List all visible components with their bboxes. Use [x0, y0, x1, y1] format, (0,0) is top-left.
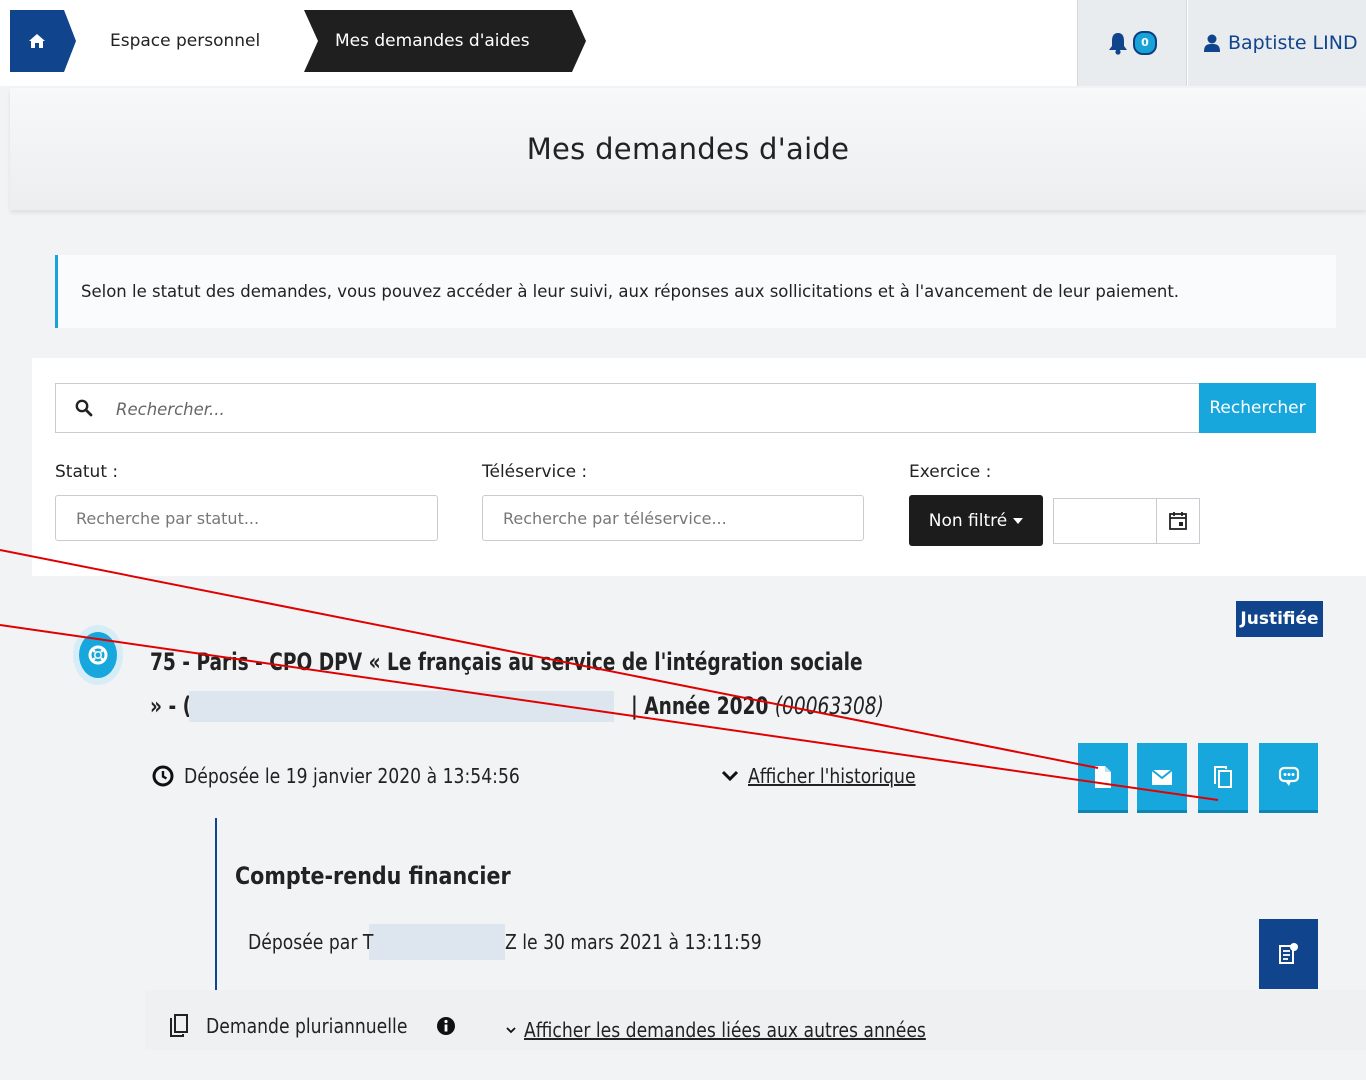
teleservice-label: Téléservice : [482, 462, 588, 482]
status-badge: Justifiée [1236, 601, 1323, 637]
redacted-block [189, 691, 614, 722]
request-title-line2: » - ( | Année 2020 (00063308) [150, 684, 1050, 728]
request-number: (00063308) [774, 692, 884, 720]
caret-down-icon [1013, 517, 1024, 524]
support-icon [73, 625, 123, 685]
info-message: Selon le statut des demandes, vous pouve… [55, 255, 1336, 328]
exercice-label: Exercice : [909, 462, 992, 482]
request-year: | Année 2020 [631, 692, 769, 720]
bell-icon [1109, 33, 1127, 55]
deposit-text: Déposée le 19 janvier 2020 à 13:54:56 [184, 764, 520, 788]
chevron-down-icon [506, 1027, 516, 1034]
copy-button[interactable] [1198, 743, 1248, 813]
calendar-icon [1169, 512, 1187, 530]
linked-requests-link[interactable]: Afficher les demandes liées aux autres a… [506, 1014, 991, 1046]
timeline-line [215, 818, 217, 990]
certificate-icon [1278, 943, 1298, 964]
breadcrumb-current: Mes demandes d'aides [304, 10, 586, 72]
clock-icon [152, 765, 174, 787]
request-title-line2-end: | Année 2020 (00063308) [631, 684, 884, 728]
search-icon [56, 384, 112, 432]
pluriannual-text: Demande pluriannuelle [206, 1014, 408, 1038]
document-button[interactable] [1078, 743, 1128, 813]
user-menu[interactable]: Baptiste LIND [1188, 0, 1366, 86]
request-deposit-date: Déposée le 19 janvier 2020 à 13:54:56 [152, 760, 575, 792]
linked-requests-label: Afficher les demandes liées aux autres a… [524, 1018, 926, 1042]
document-icon [1095, 765, 1111, 788]
request-title-line2-start: » - ( [150, 692, 192, 720]
breadcrumb-espace-personnel[interactable]: Espace personnel [80, 10, 296, 72]
comment-button[interactable] [1259, 743, 1318, 813]
teleservice-filter-input[interactable] [482, 495, 864, 541]
home-icon [29, 34, 45, 48]
search-button[interactable]: Rechercher [1199, 383, 1316, 433]
calendar-button[interactable] [1156, 498, 1200, 544]
request-title[interactable]: 75 - Paris - CPO DPV « Le français au se… [150, 640, 1050, 728]
user-name: Baptiste LIND [1228, 32, 1358, 54]
message-button[interactable] [1137, 743, 1187, 813]
compte-rendu-deposit-date: Z le 30 mars 2021 à 13:11:59 [505, 930, 762, 954]
top-bar: Espace personnel Mes demandes d'aides 0 … [0, 0, 1366, 86]
info-icon[interactable] [436, 1016, 456, 1036]
compte-rendu-deposit: Déposée par T Z le 30 mars 2021 à 13:11:… [248, 924, 804, 960]
search-panel: Rechercher Statut : Téléservice : Exerci… [32, 358, 1366, 576]
search-bar: Rechercher [55, 383, 1316, 434]
page-header: Mes demandes d'aide [10, 88, 1366, 210]
search-input[interactable] [114, 384, 1178, 434]
notifications-button[interactable]: 0 [1077, 0, 1187, 86]
notification-count-badge: 0 [1133, 31, 1157, 55]
compte-rendu-button[interactable] [1259, 919, 1318, 989]
chevron-down-icon [722, 770, 738, 782]
request-title-line1: 75 - Paris - CPO DPV « Le français au se… [150, 648, 863, 676]
page-title: Mes demandes d'aide [526, 132, 850, 166]
breadcrumb-home[interactable] [10, 10, 76, 72]
pluriannual-label: Demande pluriannuelle [168, 1008, 456, 1044]
copy-icon [1214, 765, 1232, 788]
statut-filter-input[interactable] [55, 495, 438, 541]
user-icon [1204, 34, 1220, 52]
history-link-label: Afficher l'historique [748, 764, 916, 788]
exercice-filter-value: Non filtré [928, 510, 1008, 531]
envelope-icon [1151, 768, 1173, 785]
exercice-filter-dropdown[interactable]: Non filtré [909, 495, 1043, 546]
copy-documents-icon [170, 1014, 188, 1037]
show-history-link[interactable]: Afficher l'historique [722, 760, 943, 792]
redacted-block [369, 924, 505, 960]
exercice-year-input[interactable] [1053, 498, 1157, 544]
compte-rendu-title: Compte-rendu financier [235, 862, 511, 890]
statut-label: Statut : [55, 462, 119, 482]
compte-rendu-deposit-by: Déposée par T [248, 930, 374, 954]
comment-icon [1278, 766, 1299, 786]
